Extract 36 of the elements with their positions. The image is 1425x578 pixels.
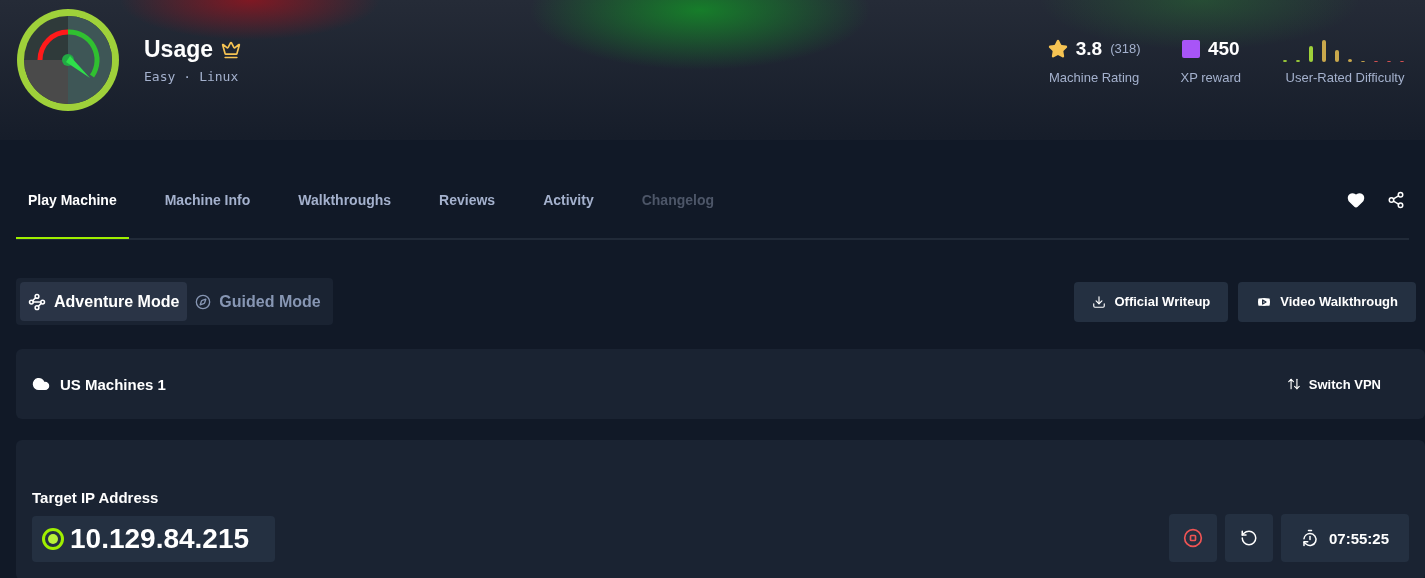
stat-label: Machine Rating xyxy=(1048,69,1140,85)
cloud-icon xyxy=(32,375,50,393)
tab[interactable]: Play Machine xyxy=(16,163,129,239)
route-icon xyxy=(28,292,46,311)
vpn-server: US Machines 1 xyxy=(60,375,166,393)
switch-vpn-button[interactable]: Switch VPN xyxy=(1286,376,1409,392)
stop-icon xyxy=(1182,528,1203,548)
rating-value: 3.8 xyxy=(1075,37,1103,60)
mode-tab[interactable]: Adventure Mode xyxy=(20,282,188,321)
machine-name: Usage xyxy=(144,36,214,63)
star-icon xyxy=(1047,38,1068,59)
timer-icon xyxy=(1300,529,1319,547)
stop-button[interactable] xyxy=(1168,514,1217,562)
crown-icon xyxy=(221,39,242,60)
separator: · xyxy=(183,69,192,84)
reset-icon xyxy=(1239,529,1258,547)
swap-arrows-icon xyxy=(1286,377,1301,391)
tab[interactable]: Reviews xyxy=(427,163,508,239)
rating-count: (318) xyxy=(1110,41,1141,56)
xp-value: 450 xyxy=(1207,37,1240,60)
tab[interactable]: Machine Info xyxy=(152,163,263,239)
action-button[interactable]: Official Writeup xyxy=(1074,281,1229,322)
target-ip-label: Target IP Address xyxy=(32,489,160,506)
os-label: Linux xyxy=(199,69,239,84)
tab[interactable]: Activity xyxy=(531,163,606,239)
difficulty-label: Easy xyxy=(144,69,176,84)
reset-button[interactable] xyxy=(1224,514,1273,562)
mode-tab[interactable]: Guided Mode xyxy=(187,282,329,321)
tab[interactable]: Walkthroughs xyxy=(286,163,404,239)
timer-button[interactable]: 07:55:25 xyxy=(1280,514,1409,562)
ip-address-field: 10.129.84.215 xyxy=(32,516,276,562)
compass-icon xyxy=(195,293,212,310)
stat-label: XP reward xyxy=(1180,69,1241,85)
download-icon xyxy=(1092,294,1107,309)
stat-label: User-Rated Difficulty xyxy=(1285,69,1405,85)
action-button[interactable]: Video Walkthrough xyxy=(1238,281,1416,322)
